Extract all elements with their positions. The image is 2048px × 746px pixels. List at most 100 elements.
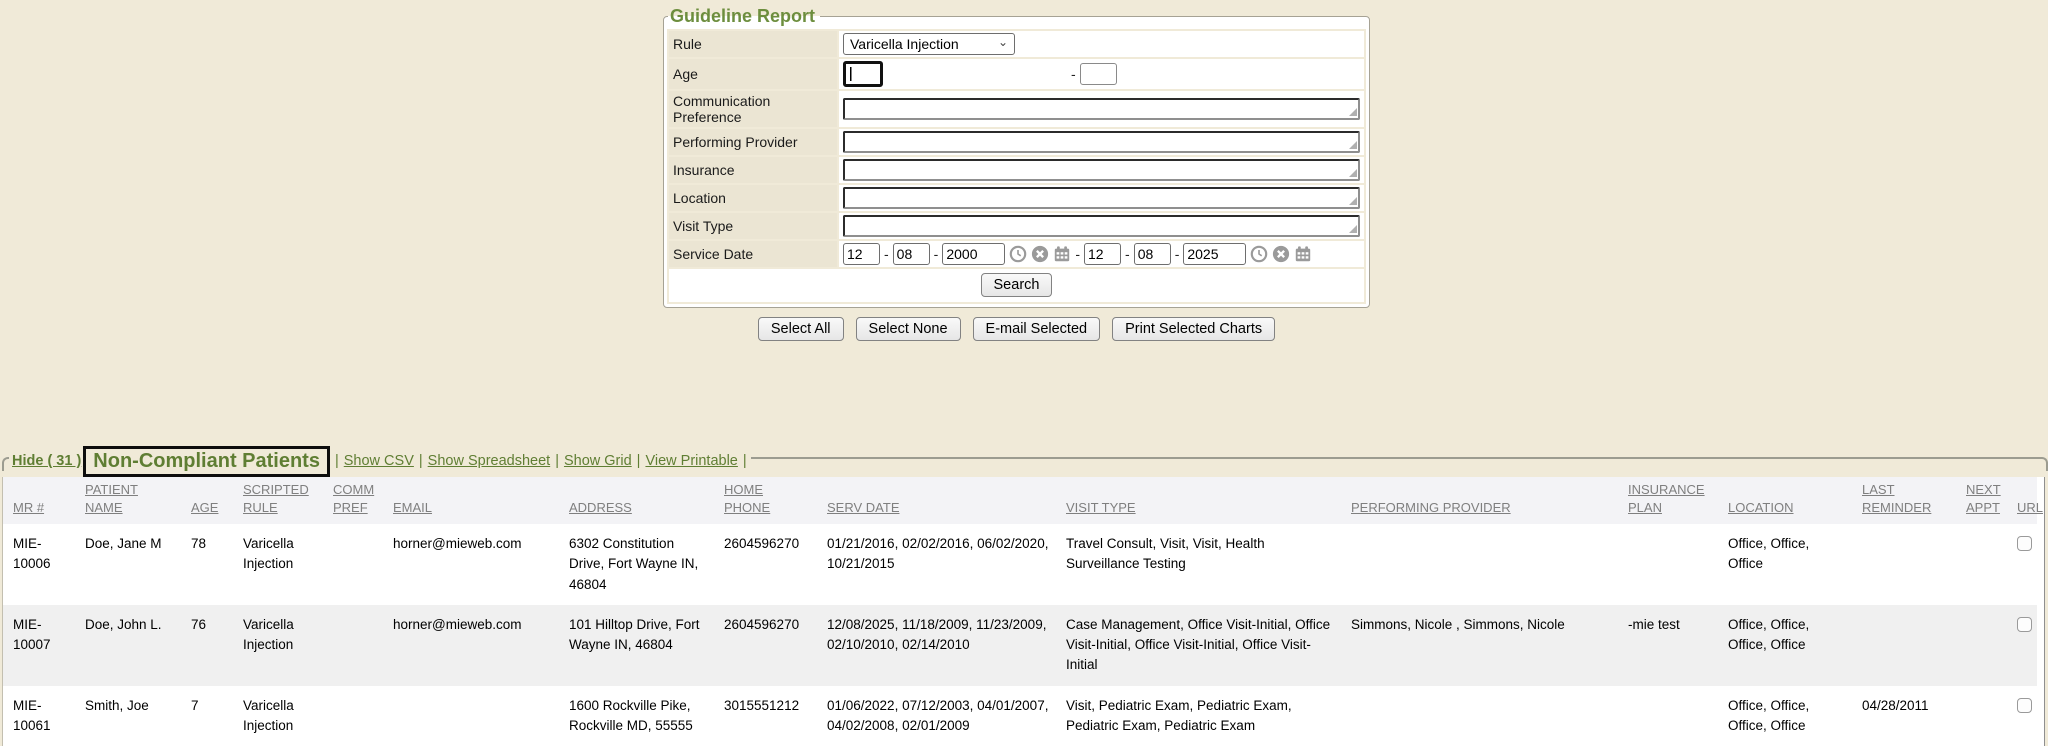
col-header-label: INSURANCE	[1628, 481, 1712, 499]
col-header-label: PATIENT	[85, 481, 175, 499]
cell-url	[2007, 605, 2037, 686]
guideline-report-area: Guideline Report Rule Varicella Injectio…	[663, 6, 1370, 341]
service-date-from-day[interactable]	[893, 243, 930, 265]
insurance-input[interactable]	[843, 159, 1360, 181]
col-header-serv[interactable]: SERV DATE	[817, 477, 1056, 524]
select-none-button[interactable]: Select None	[856, 317, 961, 341]
show-grid-link[interactable]: Show Grid	[564, 453, 632, 469]
visit-type-label: Visit Type	[668, 212, 838, 240]
cell-age: 7	[181, 686, 233, 746]
cell-serv: 01/21/2016, 02/02/2016, 06/02/2020, 10/2…	[817, 524, 1056, 605]
col-header-url[interactable]: URL	[2007, 477, 2037, 524]
cell-phone: 3015551212	[714, 686, 817, 746]
age-to-input[interactable]	[1080, 63, 1117, 85]
print-selected-charts-button[interactable]: Print Selected Charts	[1112, 317, 1275, 341]
cell-name: Smith, Joe	[75, 686, 181, 746]
col-header-provider[interactable]: PERFORMING PROVIDER	[1341, 477, 1618, 524]
cell-phone: 2604596270	[714, 605, 817, 686]
calendar-icon[interactable]	[1294, 245, 1312, 263]
col-header-email[interactable]: EMAIL	[383, 477, 559, 524]
fieldset-corner	[2, 457, 9, 471]
visit-type-input[interactable]	[843, 215, 1360, 237]
col-header-label: APPT	[1966, 499, 2001, 517]
col-header-last[interactable]: LASTREMINDER	[1852, 477, 1956, 524]
row-select-checkbox[interactable]	[2017, 698, 2032, 713]
service-date-from-year[interactable]	[942, 243, 1005, 265]
col-header-address[interactable]: ADDRESS	[559, 477, 714, 524]
location-label: Location	[668, 184, 838, 212]
col-header-visit[interactable]: VISIT TYPE	[1056, 477, 1341, 524]
row-select-checkbox[interactable]	[2017, 536, 2032, 551]
age-from-input[interactable]	[843, 61, 883, 87]
col-header-label: ADDRESS	[569, 499, 708, 517]
location-input[interactable]	[843, 187, 1360, 209]
clock-icon[interactable]	[1250, 245, 1268, 263]
fieldset-top-border	[751, 457, 2048, 471]
date-dash: -	[884, 246, 889, 262]
cell-next	[1956, 524, 2007, 605]
col-header-rule[interactable]: SCRIPTEDRULE	[233, 477, 323, 524]
select-all-button[interactable]: Select All	[758, 317, 844, 341]
col-header-label: HOME	[724, 481, 811, 499]
cell-insurance	[1618, 524, 1718, 605]
search-button[interactable]: Search	[981, 273, 1053, 297]
row-select-checkbox[interactable]	[2017, 617, 2032, 632]
col-header-insurance[interactable]: INSURANCEPLAN	[1618, 477, 1718, 524]
service-date-from-month[interactable]	[843, 243, 880, 265]
col-header-label: PLAN	[1628, 499, 1712, 517]
communication-preference-input[interactable]	[843, 98, 1360, 120]
col-header-location[interactable]: LOCATION	[1718, 477, 1852, 524]
clock-icon[interactable]	[1009, 245, 1027, 263]
link-separator: |	[335, 453, 339, 469]
cell-mr: MIE-10061	[3, 686, 75, 746]
col-header-age[interactable]: AGE	[181, 477, 233, 524]
non-compliant-patients-section: Hide ( 31 ) Non-Compliant Patients | Sho…	[0, 445, 2048, 746]
calendar-icon[interactable]	[1053, 245, 1071, 263]
performing-provider-input[interactable]	[843, 131, 1360, 153]
show-csv-link[interactable]: Show CSV	[344, 453, 414, 469]
col-header-comm[interactable]: COMMPREF	[323, 477, 383, 524]
age-label: Age	[668, 58, 838, 90]
link-separator: |	[637, 453, 641, 469]
cell-location: Office, Office, Office, Office	[1718, 605, 1852, 686]
date-range-dash: -	[1075, 246, 1080, 262]
col-header-label: LOCATION	[1728, 499, 1846, 517]
cell-comm	[323, 524, 383, 605]
date-dash: -	[934, 246, 939, 262]
cell-serv: 01/06/2022, 07/12/2003, 04/01/2007, 04/0…	[817, 686, 1056, 746]
col-header-next[interactable]: NEXTAPPT	[1956, 477, 2007, 524]
cell-visit: Visit, Pediatric Exam, Pediatric Exam, P…	[1056, 686, 1341, 746]
link-separator: |	[555, 453, 559, 469]
clear-icon[interactable]	[1272, 245, 1290, 263]
col-header-label: LAST	[1862, 481, 1950, 499]
cell-address: 1600 Rockville Pike, Rockville MD, 55555	[559, 686, 714, 746]
patients-table-wrap: MR #PATIENTNAMEAGESCRIPTEDRULECOMMPREFEM…	[2, 477, 2045, 746]
col-header-label: COMM	[333, 481, 377, 499]
service-date-label: Service Date	[668, 240, 838, 268]
col-header-label: PREF	[333, 499, 377, 517]
show-spreadsheet-link[interactable]: Show Spreadsheet	[428, 453, 551, 469]
service-date-to-day[interactable]	[1134, 243, 1171, 265]
rule-select[interactable]: Varicella Injection ⌄	[843, 33, 1015, 55]
email-selected-button[interactable]: E-mail Selected	[973, 317, 1101, 341]
col-header-label: REMINDER	[1862, 499, 1950, 517]
clear-icon[interactable]	[1031, 245, 1049, 263]
col-header-mr[interactable]: MR #	[3, 477, 75, 524]
service-date-to-year[interactable]	[1183, 243, 1246, 265]
link-separator: |	[743, 453, 747, 469]
service-date-to-month[interactable]	[1084, 243, 1121, 265]
table-row: MIE-10006Doe, Jane M78Varicella Injectio…	[3, 524, 2037, 605]
date-dash: -	[1175, 246, 1180, 262]
cell-email: horner@mieweb.com	[383, 524, 559, 605]
cell-last	[1852, 524, 1956, 605]
view-printable-link[interactable]: View Printable	[645, 453, 737, 469]
col-header-label: SERV DATE	[827, 499, 1050, 517]
cell-age: 78	[181, 524, 233, 605]
cell-comm	[323, 605, 383, 686]
hide-link[interactable]: Hide ( 31 )	[12, 453, 81, 469]
cell-phone: 2604596270	[714, 524, 817, 605]
table-row: MIE-10007Doe, John L.76Varicella Injecti…	[3, 605, 2037, 686]
col-header-name[interactable]: PATIENTNAME	[75, 477, 181, 524]
cell-next	[1956, 686, 2007, 746]
col-header-phone[interactable]: HOMEPHONE	[714, 477, 817, 524]
